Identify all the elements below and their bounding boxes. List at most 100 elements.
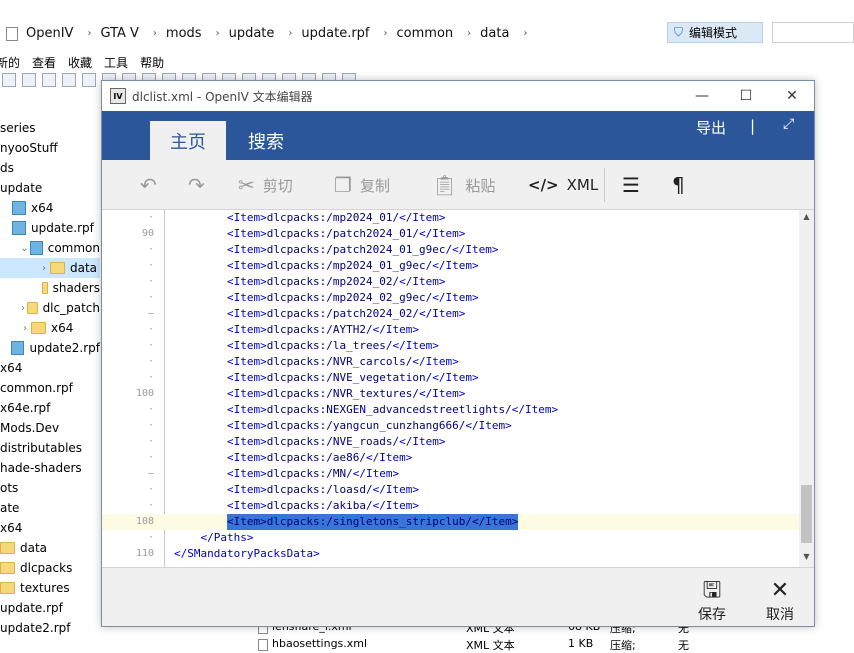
tree-item[interactable]: ate	[0, 498, 100, 518]
breadcrumb-item[interactable]: data	[480, 26, 509, 41]
undo-button[interactable]: ↶	[140, 172, 165, 198]
code-line[interactable]: · <Item>dlcpacks:/loasd/</Item>	[102, 482, 799, 498]
menu-item[interactable]: 收藏	[68, 54, 92, 72]
chevron-right-icon[interactable]: ›	[523, 28, 527, 39]
code-line[interactable]: · <Item>dlcpacks:/la_trees/</Item>	[102, 338, 799, 354]
code-line[interactable]: · <Item>dlcpacks:/NVR_carcols/</Item>	[102, 354, 799, 370]
code-line[interactable]: · <Item>dlcpacks:/mp2024_02/</Item>	[102, 274, 799, 290]
chevron-right-icon[interactable]: ›	[288, 28, 292, 39]
menu-item[interactable]: 查看	[32, 54, 56, 72]
code-line[interactable]: · <Item>dlcpacks:/mp2024_01/</Item>	[102, 210, 799, 226]
breadcrumb-item[interactable]: GTA V	[100, 26, 138, 41]
tree-item[interactable]: hade-shaders	[0, 458, 100, 478]
tree-item[interactable]: distributables	[0, 438, 100, 458]
close-icon[interactable]: ✕	[777, 85, 807, 107]
tree-item[interactable]: update2.rpf	[0, 338, 100, 358]
vertical-scrollbar[interactable]: ▲ ▼	[799, 210, 814, 567]
tree-item[interactable]: update.rpf	[0, 598, 100, 618]
breadcrumb-item[interactable]: mods	[166, 26, 202, 41]
tab-home[interactable]: 主页	[150, 121, 226, 160]
code-line[interactable]: 108 <Item>dlcpacks:/singletons_stripclub/…	[102, 514, 799, 530]
tree-item[interactable]: data	[0, 538, 100, 558]
cut-button[interactable]: ✂ 剪切	[238, 172, 293, 198]
tree-item[interactable]: x64	[0, 518, 100, 538]
tree-item[interactable]: nyooStuff	[0, 138, 100, 158]
tree-item[interactable]: shaders	[0, 278, 100, 298]
toolbar-icon[interactable]	[22, 73, 36, 87]
cancel-button[interactable]: ✕ 取消	[758, 580, 802, 624]
file-row[interactable]: hbaosettings.xml XML 文本 1 KB 压缩; 无	[258, 637, 698, 653]
xml-format-button[interactable]: </> XML	[528, 172, 598, 198]
minimize-icon[interactable]: —	[687, 85, 717, 107]
address-bar[interactable]: OpenIV › GTA V › mods › update › update.rpf › comm…	[0, 21, 665, 46]
tree-item[interactable]: update2.rpf	[0, 618, 100, 638]
tree-item[interactable]: ds	[0, 158, 100, 178]
tree-item[interactable]: x64e.rpf	[0, 398, 100, 418]
save-button[interactable]: 🖫 保存	[690, 580, 734, 624]
chevron-right-icon[interactable]: ›	[38, 263, 50, 274]
breadcrumb-item[interactable]: common	[397, 26, 454, 41]
code-line[interactable]: · <Item>dlcpacks:/patch2024_01_g9ec/</Ite…	[102, 242, 799, 258]
code-line[interactable]: · <Item>dlcpacks:/yangcun_cunzhang666/</I…	[102, 418, 799, 434]
copy-button[interactable]: ❐ 复制	[334, 172, 390, 198]
code-line[interactable]: · <Item>dlcpacks:/NVE_vegetation/</Item>	[102, 370, 799, 386]
menu-item[interactable]: 帮助	[140, 54, 164, 72]
code-line[interactable]: · <Item>dlcpacks:/mp2024_01_g9ec/</Item>	[102, 258, 799, 274]
code-line[interactable]: · </Paths>	[102, 530, 799, 546]
menu-item[interactable]: 新的	[0, 54, 20, 72]
maximize-icon[interactable]: ☐	[731, 85, 761, 107]
tree-item[interactable]: common.rpf	[0, 378, 100, 398]
scroll-up-icon[interactable]: ▲	[799, 212, 814, 226]
word-wrap-button[interactable]: ☰	[622, 172, 648, 198]
toolbar-icon[interactable]	[62, 73, 76, 87]
tree-item[interactable]: › dlc_patch	[0, 298, 100, 318]
tree-item[interactable]: x64	[0, 198, 100, 218]
tree-item[interactable]: ⌄ common	[0, 238, 100, 258]
redo-button[interactable]: ↷	[188, 172, 213, 198]
code-line[interactable]: 110 </SMandatoryPacksData>	[102, 546, 799, 562]
code-line[interactable]: · <Item>dlcpacks:/AYTH2/</Item>	[102, 322, 799, 338]
chevron-right-icon[interactable]: ›	[384, 28, 388, 39]
edit-mode-button[interactable]: ⛉ 编辑模式	[667, 22, 763, 43]
code-line[interactable]: · <Item>dlcpacks:/NVE_roads/</Item>	[102, 434, 799, 450]
scroll-thumb[interactable]	[801, 485, 812, 543]
toolbar-icon[interactable]	[42, 73, 56, 87]
chevron-right-icon[interactable]: ›	[216, 28, 220, 39]
menu-item[interactable]: 工具	[104, 54, 128, 72]
paste-button[interactable]: 📋︎ 粘贴	[432, 172, 495, 198]
code-line[interactable]: · <Item>dlcpacks:/mp2024_02_g9ec/</Item>	[102, 290, 799, 306]
scroll-down-icon[interactable]: ▼	[799, 552, 814, 566]
tree-item[interactable]: x64	[0, 358, 100, 378]
breadcrumb-item[interactable]: update	[229, 26, 275, 41]
chevron-right-icon[interactable]: ›	[467, 28, 471, 39]
code-line[interactable]: – <Item>dlcpacks:/patch2024_02/</Item>	[102, 306, 799, 322]
tree-item[interactable]: ots	[0, 478, 100, 498]
code-line[interactable]: 100 <Item>dlcpacks:/NVR_textures/</Item>	[102, 386, 799, 402]
chevron-down-icon[interactable]: ⌄	[19, 243, 30, 254]
search-input[interactable]	[772, 22, 854, 43]
code-line[interactable]: 90 <Item>dlcpacks:/patch2024_01/</Item>	[102, 226, 799, 242]
tree-item[interactable]: › x64	[0, 318, 100, 338]
tree-item[interactable]: › data	[0, 258, 100, 278]
title-bar[interactable]: IV dlclist.xml - OpenIV 文本编辑器 — ☐ ✕	[102, 81, 814, 111]
code-area[interactable]: · <Item>dlcpacks:/mp2024_01/</Item> 90 <Ite…	[102, 210, 799, 567]
code-line[interactable]: · <Item>dlcpacks:/akiba/</Item>	[102, 498, 799, 514]
toolbar-icon[interactable]	[82, 73, 96, 87]
code-line[interactable]: · <Item>dlcpacks:NEXGEN_advancedstreetlig…	[102, 402, 799, 418]
code-line[interactable]: – <Item>dlcpacks:/MN/</Item>	[102, 466, 799, 482]
tree-item[interactable]: update	[0, 178, 100, 198]
chevron-right-icon[interactable]: ›	[19, 323, 31, 334]
tree-item[interactable]: series	[0, 118, 100, 138]
code-line[interactable]: · <Item>dlcpacks:/ae86/</Item>	[102, 450, 799, 466]
breadcrumb-item[interactable]: update.rpf	[301, 26, 369, 41]
chevron-right-icon[interactable]: ›	[19, 303, 27, 314]
tab-search[interactable]: 搜索	[228, 121, 304, 160]
chevron-right-icon[interactable]: ›	[153, 28, 157, 39]
tree-item[interactable]: textures	[0, 578, 100, 598]
export-button[interactable]: 导出	[696, 117, 726, 138]
tree-item[interactable]: update.rpf	[0, 218, 100, 238]
tree-item[interactable]: dlcpacks	[0, 558, 100, 578]
expand-icon[interactable]: ⤢	[783, 116, 794, 132]
tree-item[interactable]: Mods.Dev	[0, 418, 100, 438]
breadcrumb-item[interactable]: OpenIV	[26, 26, 73, 41]
